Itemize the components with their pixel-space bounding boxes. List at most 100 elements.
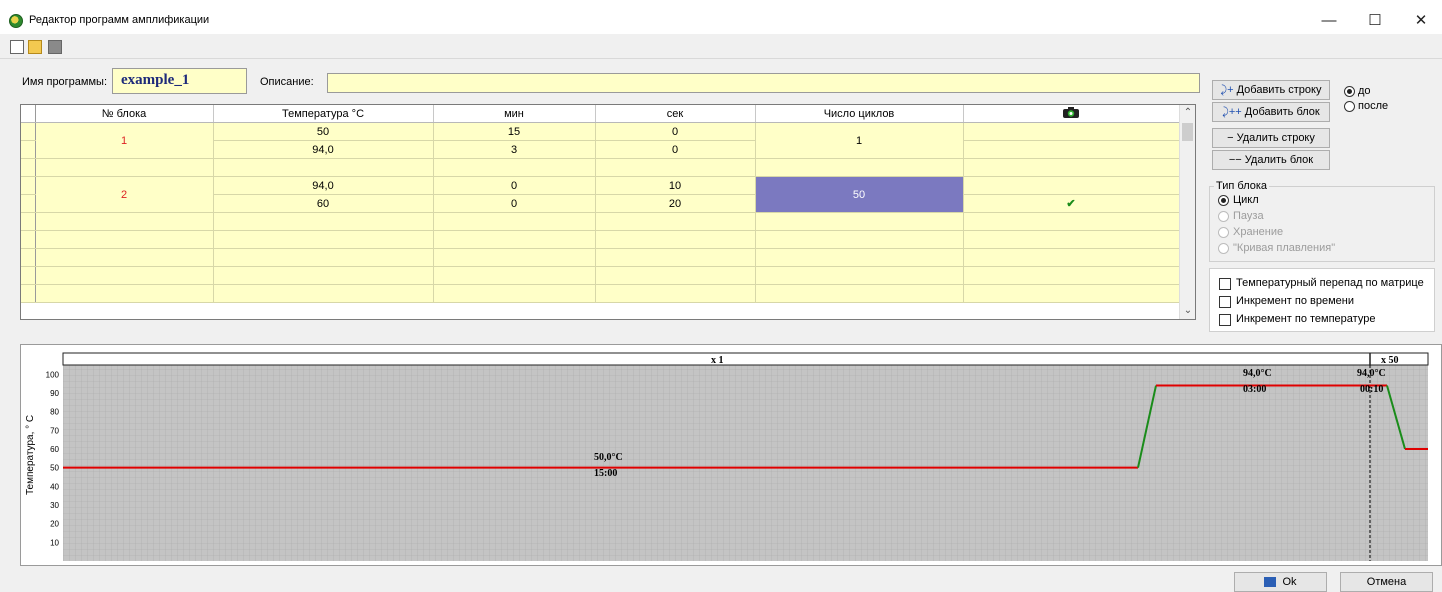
maximize-button[interactable]: ☐ [1352,8,1398,34]
sec-cell[interactable]: 10 [595,176,756,195]
add-row-button[interactable]: ⤸+ Добавить строку [1212,80,1330,100]
step-3-time-label: 00:10 [1360,384,1383,395]
y-tick-label: 20 [50,520,59,529]
description-label: Описание: [260,76,314,88]
step-2-time-label: 03:00 [1243,384,1266,395]
sec-cell[interactable]: 0 [595,140,756,159]
program-name-label: Имя программы: [22,76,108,88]
open-folder-icon[interactable] [28,40,42,54]
add-block-button[interactable]: ⤸++ Добавить блок [1212,102,1330,122]
table-row[interactable]: 1 50 15 0 1 [21,122,1180,159]
add-row-icon: ⤸+ [1220,84,1234,96]
temperature-increment-checkbox[interactable] [1219,314,1231,326]
close-button[interactable]: ✕ [1398,8,1442,34]
block-2-cycles-label: x 50 [1381,355,1399,366]
position-before-label: до [1358,85,1371,97]
table-row[interactable] [21,266,1180,285]
temperature-profile-chart: x 1 x 50 100 90 80 70 60 50 40 30 20 10 Температу… [20,344,1442,566]
minimize-button[interactable]: — [1306,8,1352,34]
description-input[interactable] [327,73,1200,93]
cycles-cell-selected[interactable]: 50 [755,176,964,213]
min-cell[interactable]: 3 [433,140,596,159]
header-min[interactable]: мин [433,105,596,123]
block-number-cell[interactable]: 1 [35,122,214,159]
min-cell[interactable]: 15 [433,122,596,141]
add-block-icon: ⤸++ [1222,106,1242,118]
sec-cell[interactable]: 20 [595,194,756,213]
table-row[interactable] [21,158,1180,177]
camera-icon [1063,106,1079,118]
y-tick-label: 70 [50,426,59,435]
matrix-gradient-checkbox[interactable] [1219,278,1231,290]
table-scrollbar[interactable]: ⌃ ⌄ [1179,105,1195,319]
ok-button[interactable]: Ok [1234,572,1327,592]
table-row[interactable] [21,230,1180,249]
header-cycles[interactable]: Число циклов [755,105,964,123]
header-sec[interactable]: сек [595,105,756,123]
block-type-pause-radio[interactable] [1218,211,1229,222]
y-axis-label: Температура, ° С [25,415,36,495]
table-header: № блока Температура °C мин сек Число цик… [21,105,1180,123]
block-type-melt-radio[interactable] [1218,243,1229,254]
block-type-melt-label: "Кривая плавления" [1233,242,1336,254]
delete-block-button[interactable]: −− Удалить блок [1212,150,1330,170]
table-row[interactable]: 2 94,0 0 10 50 [21,176,1180,213]
min-cell[interactable]: 0 [433,176,596,195]
block-type-storage-label: Хранение [1233,226,1284,238]
delete-block-icon: −− [1228,154,1242,166]
table-row[interactable] [21,248,1180,267]
cycles-cell[interactable]: 1 [755,122,964,159]
time-increment-checkbox[interactable] [1219,296,1231,308]
program-name-input[interactable]: example_1 [112,68,247,94]
temperature-cell[interactable]: 50 [213,122,434,141]
scroll-down-icon[interactable]: ⌄ [1180,303,1196,319]
snapshot-cell[interactable] [963,176,1180,195]
block-type-cycle-radio[interactable] [1218,195,1229,206]
position-before-radio[interactable] [1344,86,1355,97]
block-number-cell[interactable]: 2 [35,176,214,213]
table-row[interactable] [21,284,1180,303]
temperature-cell[interactable]: 94,0 [213,176,434,195]
y-tick-label: 10 [50,538,59,547]
header-block[interactable]: № блока [35,105,214,123]
step-1-time-label: 15:00 [594,468,617,479]
header-temperature[interactable]: Температура °C [213,105,434,123]
cancel-button[interactable]: Отмена [1340,572,1433,592]
table-row[interactable] [21,212,1180,231]
position-after-radio[interactable] [1344,101,1355,112]
y-tick-label: 80 [50,408,59,417]
title-bar [0,0,1442,34]
app-icon [9,14,23,28]
block-type-title: Тип блока [1214,180,1270,192]
snapshot-cell[interactable] [963,122,1180,141]
temperature-cell[interactable]: 60 [213,194,434,213]
block-type-pause-label: Пауза [1233,210,1264,222]
sec-cell[interactable]: 0 [595,122,756,141]
scroll-up-icon[interactable]: ⌃ [1180,105,1196,121]
chart-svg: x 1 x 50 100 90 80 70 60 50 40 30 20 10 Температу… [25,352,1429,561]
y-tick-label: 30 [50,501,59,510]
plot-area [63,365,1428,561]
save-icon[interactable] [48,40,62,54]
save-icon [1264,577,1277,588]
delete-row-button[interactable]: − Удалить строку [1212,128,1330,148]
step-2-temp-label: 94,0°C [1243,368,1272,379]
toolbar [0,34,1442,59]
time-increment-label: Инкремент по времени [1236,295,1354,307]
y-tick-label: 50 [50,464,59,473]
temperature-increment-label: Инкремент по температуре [1236,313,1376,325]
scroll-thumb[interactable] [1182,123,1193,141]
block-type-storage-radio[interactable] [1218,227,1229,238]
y-tick-label: 90 [50,389,59,398]
snapshot-check-icon[interactable]: ✔ [963,194,1180,213]
min-cell[interactable]: 0 [433,194,596,213]
step-3-temp-label: 94,0°C [1357,368,1386,379]
snapshot-cell[interactable] [963,140,1180,159]
position-after-label: после [1358,100,1389,112]
temperature-cell[interactable]: 94,0 [213,140,434,159]
new-icon[interactable] [10,40,24,54]
block-type-cycle-label: Цикл [1233,194,1259,206]
program-table: № блока Температура °C мин сек Число цик… [20,104,1196,320]
matrix-gradient-label: Температурный перепад по матрице [1236,277,1424,289]
header-camera[interactable] [963,105,1180,123]
